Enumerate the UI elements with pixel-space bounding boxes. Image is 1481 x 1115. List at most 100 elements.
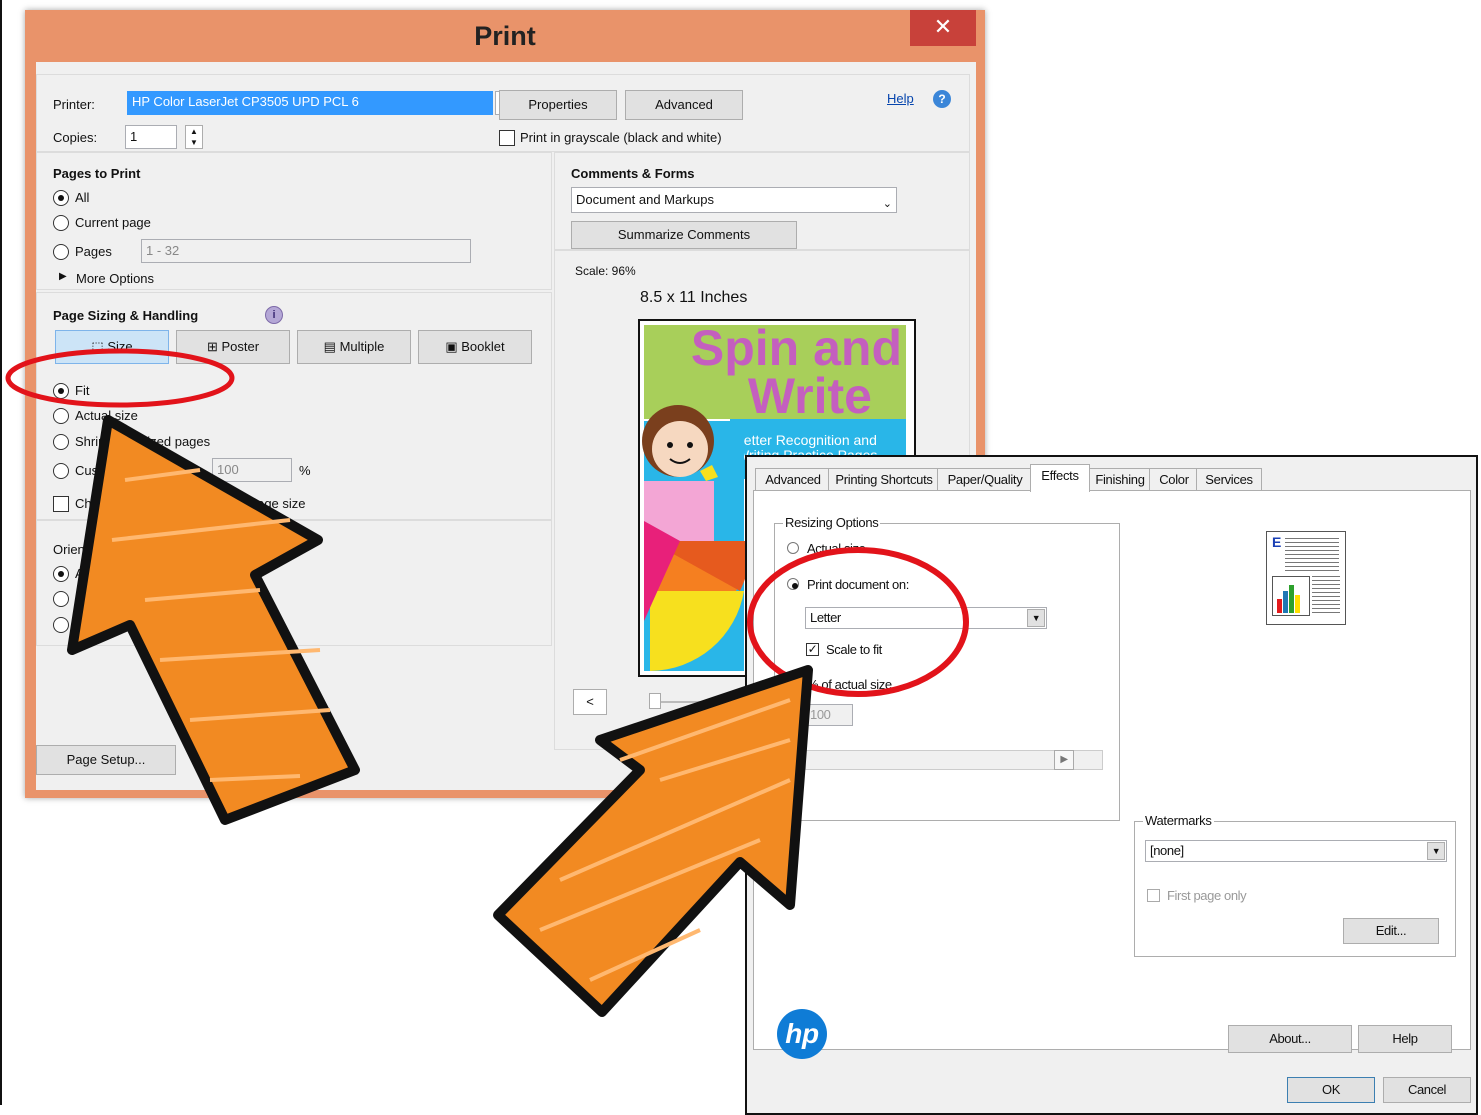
paper-size-dropdown-arrow[interactable]: ▼: [1027, 609, 1045, 627]
paper-size-readout: 8.5 x 11 Inches: [640, 289, 748, 306]
custom-scale-label: Custom Scale:: [75, 463, 160, 478]
auto-orientation-radio[interactable]: [53, 566, 69, 582]
actual-size-label: Actual size: [75, 408, 138, 423]
hp-properties-dialog: Advanced Printing Shortcuts Paper/Qualit…: [745, 455, 1478, 1115]
current-page-label: Current page: [75, 215, 151, 230]
choose-paper-checkbox[interactable]: [53, 496, 69, 512]
tab-effects[interactable]: Effects: [1030, 464, 1090, 492]
effects-tab-body: Resizing Options Actual size Print docum…: [753, 490, 1471, 1059]
tab-paper-quality[interactable]: Paper/Quality: [937, 468, 1033, 491]
size-button-label: Size: [107, 339, 133, 354]
orientation-pane: Orientation: Auto portrait/landscape Por…: [36, 520, 552, 646]
print-document-on-radio[interactable]: [787, 578, 799, 590]
actual-size-radio[interactable]: [787, 542, 799, 554]
tab-services[interactable]: Services: [1196, 468, 1262, 491]
poster-icon: ⊞: [206, 339, 218, 354]
printer-select-value: HP Color LaserJet CP3505 UPD PCL 6: [132, 94, 359, 109]
edit-watermark-button[interactable]: Edit...: [1343, 918, 1439, 944]
resizing-options-title: Resizing Options: [783, 515, 881, 530]
scrollbar-right-arrow[interactable]: ▶: [1054, 750, 1074, 770]
scale-to-fit-checkbox[interactable]: ✓: [806, 643, 819, 656]
all-radio[interactable]: [53, 190, 69, 206]
copies-label: Copies:: [53, 130, 98, 145]
print-document-on-label: Print document on:: [807, 577, 909, 592]
page-sizing-title: Page Sizing & Handling: [53, 308, 199, 323]
comments-forms-pane: Comments & Forms Document and Markups ⌄ …: [554, 152, 970, 250]
summarize-comments-button[interactable]: Summarize Comments: [571, 221, 797, 249]
more-options-label[interactable]: More Options: [76, 271, 154, 286]
preview-letter: E: [1272, 534, 1281, 550]
paper-size-value: Letter: [810, 610, 841, 625]
all-label: All: [75, 190, 90, 205]
poster-button[interactable]: ⊞ Poster: [176, 330, 290, 364]
grayscale-checkbox[interactable]: [499, 130, 515, 146]
comments-forms-title: Comments & Forms: [571, 166, 695, 181]
preview-chart-icon: [1272, 576, 1310, 616]
orientation-title: Orientation:: [53, 542, 121, 557]
tab-advanced[interactable]: Advanced: [755, 468, 831, 491]
pages-to-print-title: Pages to Print: [53, 166, 141, 181]
first-page-only-checkbox[interactable]: [1147, 889, 1160, 902]
close-button[interactable]: ✕: [910, 10, 976, 46]
comments-forms-select[interactable]: Document and Markups ⌄: [571, 187, 897, 213]
watermarks-title: Watermarks: [1143, 813, 1214, 828]
tab-color[interactable]: Color: [1149, 468, 1199, 491]
info-icon[interactable]: i: [265, 306, 283, 324]
fit-radio[interactable]: [53, 383, 69, 399]
landscape-radio[interactable]: [53, 617, 69, 633]
comments-forms-value: Document and Markups: [576, 192, 715, 207]
booklet-icon: ▣: [445, 339, 458, 354]
help-link[interactable]: Help: [887, 91, 914, 106]
grayscale-label: Print in grayscale (black and white): [520, 130, 722, 145]
current-page-radio[interactable]: [53, 215, 69, 231]
tab-finishing[interactable]: Finishing: [1088, 468, 1152, 491]
watermark-dropdown-arrow[interactable]: ▼: [1427, 842, 1445, 860]
actual-size-radio[interactable]: [53, 408, 69, 424]
page-preview-icon: E: [1266, 531, 1346, 625]
percent-actual-size-label: % of actual size: [807, 677, 892, 692]
ok-button[interactable]: OK: [1287, 1077, 1375, 1103]
percent-label: %: [299, 463, 311, 478]
choose-paper-label: Choose paper source by PDF page size: [75, 496, 306, 511]
about-button[interactable]: About...: [1228, 1025, 1352, 1053]
printer-select[interactable]: HP Color LaserJet CP3505 UPD PCL 6: [127, 91, 493, 115]
portrait-label: Portrait: [75, 591, 117, 606]
percent-actual-input[interactable]: 100: [805, 704, 853, 726]
expand-triangle-icon[interactable]: ▶: [59, 271, 67, 282]
size-icon: ⬚: [91, 339, 104, 354]
watermark-value: [none]: [1150, 843, 1184, 858]
preview-text-lines: [1285, 538, 1339, 572]
help-button[interactable]: Help: [1358, 1025, 1452, 1053]
properties-button[interactable]: Properties: [499, 90, 617, 120]
zoom-slider-thumb[interactable]: [649, 693, 661, 709]
copies-stepper[interactable]: ▲ ▼: [185, 125, 203, 149]
pages-radio[interactable]: [53, 244, 69, 260]
scale-readout: Scale: 96%: [575, 264, 636, 278]
custom-scale-radio[interactable]: [53, 463, 69, 479]
copies-input[interactable]: 1: [125, 125, 177, 149]
fit-label: Fit: [75, 383, 90, 398]
watermarks-group: Watermarks [none] ▼ First page only Edit…: [1134, 813, 1456, 957]
page-setup-button[interactable]: Page Setup...: [36, 745, 176, 775]
poster-button-label: Poster: [221, 339, 260, 354]
pages-range-input[interactable]: 1 - 32: [141, 239, 471, 263]
pages-to-print-pane: Pages to Print All Current page Pages 1 …: [36, 152, 552, 290]
paper-size-select[interactable]: Letter: [805, 607, 1047, 629]
dialog-title: Print: [474, 21, 536, 51]
custom-scale-input[interactable]: 100: [212, 458, 292, 482]
watermark-select[interactable]: [none]: [1145, 840, 1447, 862]
tab-printing-shortcuts[interactable]: Printing Shortcuts: [828, 468, 940, 491]
size-button[interactable]: ⬚ Size: [55, 330, 169, 364]
multiple-button[interactable]: ▤ Multiple: [297, 330, 411, 364]
advanced-button[interactable]: Advanced: [625, 90, 743, 120]
cancel-button[interactable]: Cancel: [1383, 1077, 1471, 1103]
printer-pane: Printer: HP Color LaserJet CP3505 UPD PC…: [36, 74, 970, 152]
previous-page-button[interactable]: <: [573, 689, 607, 715]
landscape-label: Landscape: [75, 617, 139, 632]
shrink-radio[interactable]: [53, 434, 69, 450]
shrink-label: Shrink oversized pages: [75, 434, 211, 449]
multiple-button-label: Multiple: [339, 339, 385, 354]
booklet-button[interactable]: ▣ Booklet: [418, 330, 532, 364]
help-icon[interactable]: ?: [933, 90, 951, 108]
portrait-radio[interactable]: [53, 591, 69, 607]
